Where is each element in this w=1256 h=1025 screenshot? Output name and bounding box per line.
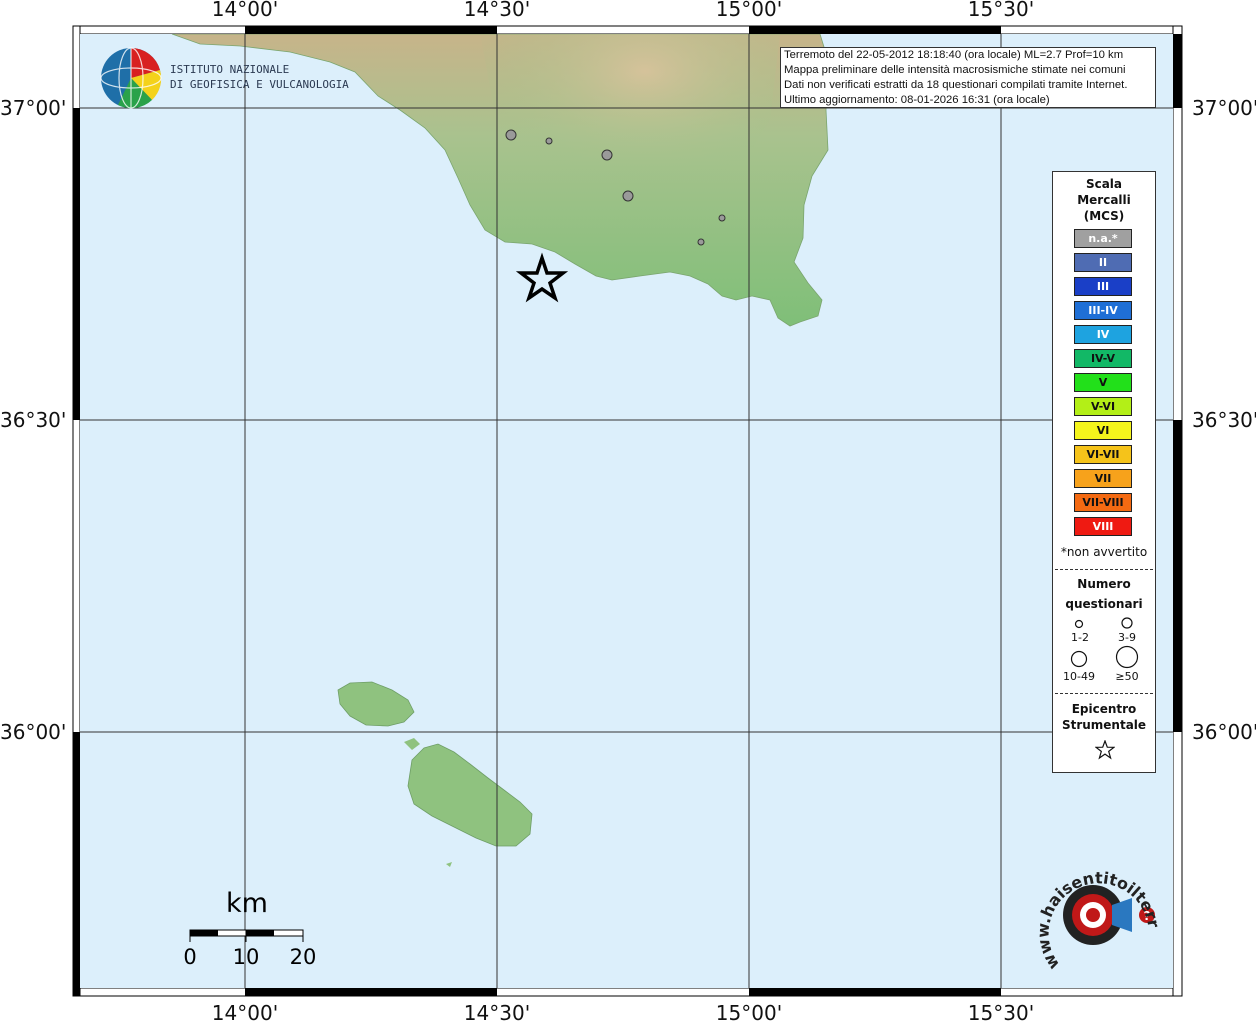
legend-title-line: (MCS) [1083, 209, 1125, 223]
info-line-1: Terremoto del 22-05-2012 18:18:40 (ora l… [784, 49, 1124, 61]
legend-divider [1055, 693, 1153, 694]
bin-circle-50plus [1115, 645, 1139, 669]
lon-label-bottom-2: 14°30' [463, 1001, 531, 1025]
bin-label: 1-2 [1071, 631, 1089, 644]
intensity-swatch: IV [1074, 325, 1132, 344]
intensity-swatch: VII-VIII [1074, 493, 1132, 512]
intensity-point[interactable] [505, 129, 517, 141]
legend-title-line: Mercalli [1077, 193, 1131, 207]
bin-circle-10-49 [1070, 650, 1088, 668]
intensity-swatch: III-IV [1074, 301, 1132, 320]
lon-label-top-1: 14°00' [211, 0, 279, 21]
questionnaire-title-line: Numero [1077, 577, 1131, 591]
bin-circle-1-2 [1074, 619, 1084, 629]
scale-tick-label: 0 [183, 945, 197, 969]
intensity-swatch: VII [1074, 469, 1132, 488]
site-logo-text: www.haisentitoilterremoto.it [1030, 855, 1163, 973]
info-line-2: Mappa preliminare delle intensità macros… [784, 64, 1126, 76]
intensity-swatch: VI-VII [1074, 445, 1132, 464]
intensity-swatch: n.a.* [1074, 229, 1132, 248]
questionnaire-title-line: questionari [1065, 597, 1143, 611]
legend-panel: Scala Mercalli (MCS) n.a.* II III III-IV IV I… [1052, 171, 1156, 773]
lon-label-bottom-1: 14°00' [211, 1001, 279, 1025]
intensity-point[interactable] [622, 190, 634, 202]
ingv-name-line2: DI GEOFISICA E VULCANOLOGIA [170, 78, 349, 91]
epicenter-star-icon [1095, 740, 1115, 760]
lat-label-right-2: 36°30' [1192, 408, 1256, 432]
intensity-swatch: II [1074, 253, 1132, 272]
scale-tick-label: 10 [232, 945, 260, 969]
lat-label-right-3: 36°00' [1192, 720, 1256, 744]
scale-tick-label: 20 [289, 945, 317, 969]
lat-label-left-3: 36°00' [0, 720, 67, 744]
ingv-globe-icon [100, 47, 162, 109]
lon-label-bottom-4: 15°30' [967, 1001, 1035, 1025]
bin-label: ≥50 [1115, 670, 1139, 683]
epicenter-title: Epicentro Strumentale [1053, 701, 1155, 733]
intensity-swatch: IV-V [1074, 349, 1132, 368]
intensity-swatch: V-VI [1074, 397, 1132, 416]
ingv-name-line1: ISTITUTO NAZIONALE [170, 63, 290, 76]
scale-unit: km [226, 888, 268, 919]
legend-title-line: Scala [1085, 177, 1123, 191]
questionnaire-title: Numero questionari [1053, 574, 1155, 614]
intensity-point[interactable] [545, 137, 553, 145]
intensity-swatch: V [1074, 373, 1132, 392]
lon-label-bottom-3: 15°00' [715, 1001, 783, 1025]
epicenter-title-line: Strumentale [1061, 718, 1147, 732]
intensity-point[interactable] [697, 238, 705, 246]
lat-label-left-1: 37°00' [0, 96, 67, 120]
intensity-point[interactable] [718, 214, 726, 222]
lon-label-top-2: 14°30' [463, 0, 531, 21]
intensity-point[interactable] [601, 149, 613, 161]
legend-divider [1055, 569, 1153, 570]
intensity-swatch: VI [1074, 421, 1132, 440]
lat-label-right-1: 37°00' [1192, 96, 1256, 120]
lon-label-top-3: 15°00' [715, 0, 783, 21]
legend-title: Scala Mercalli (MCS) [1053, 176, 1155, 224]
intensity-swatch: VIII [1074, 517, 1132, 536]
epicenter-title-line: Epicentro [1071, 702, 1137, 716]
svg-text:www.haisentitoilterremoto.it: www.haisentitoilterremoto.it [1030, 855, 1163, 973]
bin-label: 10-49 [1063, 670, 1095, 683]
bin-label: 3-9 [1118, 631, 1136, 644]
bin-circle-3-9 [1121, 617, 1133, 629]
earthquake-info-box: Terremoto del 22-05-2012 18:18:40 (ora l… [780, 47, 1156, 108]
info-line-4: Ultimo aggiornamento: 08-01-2026 16:31 (… [784, 94, 1050, 106]
not-felt-note: *non avvertito [1060, 545, 1148, 559]
intensity-swatch: III [1074, 277, 1132, 296]
lon-label-top-4: 15°30' [967, 0, 1035, 21]
lat-label-left-2: 36°30' [0, 408, 67, 432]
site-logo-url: www.haisentitoilterremoto.it [1030, 855, 1163, 973]
info-line-3: Dati non verificati estratti da 18 quest… [784, 79, 1128, 91]
